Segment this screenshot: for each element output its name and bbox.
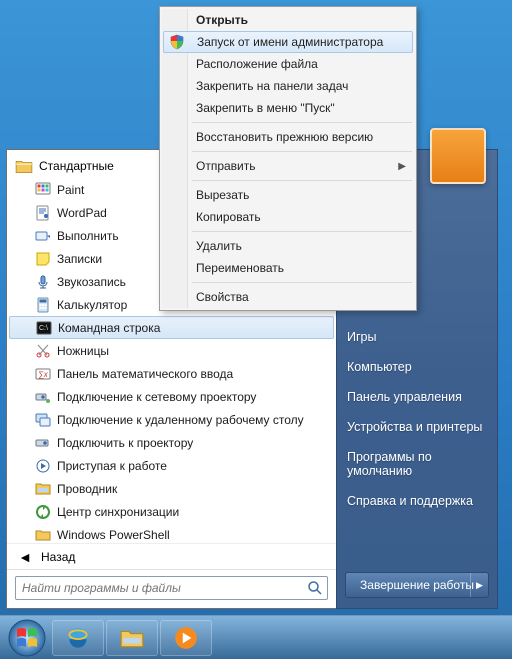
program-projector[interactable]: Подключить к проектору [7, 431, 336, 454]
avatar [430, 128, 486, 184]
ctx-rename[interactable]: Переименовать [162, 257, 414, 279]
start-icon [35, 458, 51, 474]
svg-text:C:\: C:\ [39, 325, 48, 332]
sticky-icon [35, 251, 51, 267]
link-control-panel[interactable]: Панель управления [337, 382, 497, 412]
taskbar [0, 615, 512, 659]
ctx-run-as-admin[interactable]: Запуск от имени администратора [163, 31, 413, 53]
search-area [7, 569, 336, 608]
svg-text:∑x: ∑x [38, 370, 49, 379]
taskbar-ie[interactable] [52, 620, 104, 656]
ctx-open[interactable]: Открыть [162, 9, 414, 31]
program-explorer[interactable]: Проводник [7, 477, 336, 500]
ctx-cut[interactable]: Вырезать [162, 184, 414, 206]
back-arrow-icon: ◄ [17, 549, 33, 565]
sync-icon [35, 504, 51, 520]
link-computer[interactable]: Компьютер [337, 352, 497, 382]
submenu-arrow-icon: ▶ [398, 161, 406, 172]
run-icon [35, 228, 51, 244]
ctx-file-location[interactable]: Расположение файла [162, 53, 414, 75]
ctx-properties[interactable]: Свойства [162, 286, 414, 308]
link-help[interactable]: Справка и поддержка [337, 486, 497, 516]
ctx-sep [192, 282, 412, 283]
link-default-programs[interactable]: Программы по умолчанию [337, 442, 497, 486]
paint-icon [35, 182, 51, 198]
link-games[interactable]: Игры [337, 322, 497, 352]
sound-icon [35, 274, 51, 290]
ctx-sep [192, 122, 412, 123]
folder-powershell[interactable]: Windows PowerShell [7, 523, 336, 543]
math-icon: ∑x [35, 366, 51, 382]
context-menu: Открыть Запуск от имени администратора Р… [159, 6, 417, 311]
snip-icon [35, 343, 51, 359]
program-mathinput[interactable]: ∑xПанель математического ввода [7, 362, 336, 385]
link-devices[interactable]: Устройства и принтеры [337, 412, 497, 442]
calc-icon [35, 297, 51, 313]
start-button[interactable] [4, 618, 50, 658]
program-getting-started[interactable]: Приступая к работе [7, 454, 336, 477]
ctx-sep [192, 231, 412, 232]
folder-title: Стандартные [39, 159, 114, 173]
ctx-restore-prev[interactable]: Восстановить прежнюю версию [162, 126, 414, 148]
shutdown-button[interactable]: Завершение работы ▶ [345, 572, 489, 598]
program-cmd[interactable]: C:\Командная строка [9, 316, 334, 339]
proj-icon [35, 435, 51, 451]
back-button[interactable]: ◄ Назад [7, 543, 336, 569]
ctx-send-to[interactable]: Отправить ▶ [162, 155, 414, 177]
ctx-copy[interactable]: Копировать [162, 206, 414, 228]
ctx-delete[interactable]: Удалить [162, 235, 414, 257]
taskbar-explorer[interactable] [106, 620, 158, 656]
ctx-pin-start[interactable]: Закрепить в меню "Пуск" [162, 97, 414, 119]
explorer-icon [35, 481, 51, 497]
program-sync[interactable]: Центр синхронизации [7, 500, 336, 523]
rdp-icon [35, 412, 51, 428]
wordpad-icon [35, 205, 51, 221]
program-netprojector[interactable]: Подключение к сетевому проектору [7, 385, 336, 408]
search-icon [307, 580, 323, 596]
uac-shield-icon [169, 34, 185, 50]
search-input[interactable] [15, 576, 328, 600]
program-snipping[interactable]: Ножницы [7, 339, 336, 362]
program-rdp[interactable]: Подключение к удаленному рабочему столу [7, 408, 336, 431]
netproj-icon [35, 389, 51, 405]
taskbar-wmp[interactable] [160, 620, 212, 656]
shutdown-options-arrow-icon[interactable]: ▶ [470, 573, 488, 597]
ctx-sep [192, 180, 412, 181]
ctx-sep [192, 151, 412, 152]
cmd-icon: C:\ [36, 320, 52, 336]
folder-open-icon [15, 158, 33, 174]
ctx-pin-taskbar[interactable]: Закрепить на панели задач [162, 75, 414, 97]
folder-icon [35, 527, 51, 543]
